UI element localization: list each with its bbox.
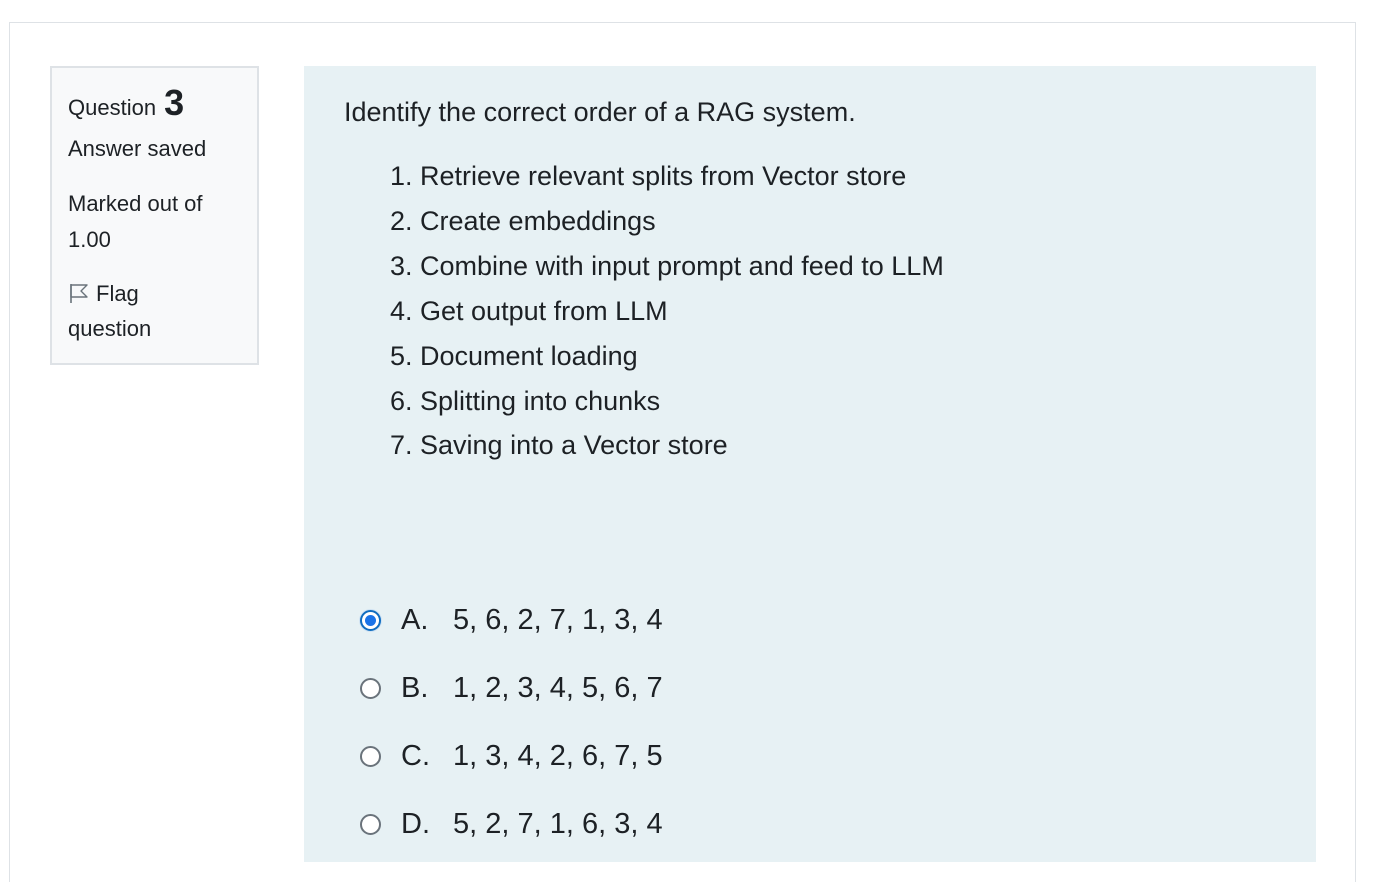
step-item: 4. Get output from LLM [390, 295, 668, 326]
answer-option-b[interactable]: B. 1, 2, 3, 4, 5, 6, 7 [358, 654, 663, 722]
answer-text-c: 1, 3, 4, 2, 6, 7, 5 [453, 739, 663, 772]
grade-value: 1.00 [68, 227, 111, 252]
question-number: 3 [164, 82, 185, 123]
flag-label-line2: question [68, 316, 152, 341]
answer-option-a[interactable]: A. 5, 6, 2, 7, 1, 3, 4 [358, 586, 663, 654]
radio-button-a[interactable] [360, 609, 381, 631]
step-item: 6. Splitting into chunks [390, 385, 661, 416]
question-text: Identify the correct order of a RAG syst… [344, 97, 856, 127]
answer-letter-a: A. [401, 603, 429, 636]
answer-option-c[interactable]: C. 1, 3, 4, 2, 6, 7, 5 [358, 722, 663, 790]
radio-button-d[interactable] [360, 813, 381, 835]
question-info-panel: Question 3 Answer saved Marked out of 1.… [50, 66, 259, 365]
radio-button-c[interactable] [360, 745, 381, 767]
step-item: 5. Document loading [390, 340, 638, 371]
step-item: 7. Saving into a Vector store [390, 430, 728, 461]
flag-question-button[interactable]: Flag question [68, 276, 242, 346]
grade-info: Marked out of 1.00 [68, 186, 242, 258]
step-item: 2. Create embeddings [390, 205, 656, 236]
question-number-heading: Question 3 [68, 82, 242, 123]
step-item: 1. Retrieve relevant splits from Vector … [390, 161, 907, 191]
answer-state: Answer saved [68, 136, 207, 161]
step-list: 1. Retrieve relevant splits from Vector … [390, 154, 944, 468]
question-content-panel: Identify the correct order of a RAG syst… [304, 66, 1316, 862]
answer-letter-d: D. [401, 807, 430, 840]
answer-options: A. 5, 6, 2, 7, 1, 3, 4 B. 1, 2, 3, 4, 5,… [358, 586, 663, 858]
radio-button-b[interactable] [360, 677, 381, 699]
answer-text-d: 5, 2, 7, 1, 6, 3, 4 [453, 807, 663, 840]
answer-option-d[interactable]: D. 5, 2, 7, 1, 6, 3, 4 [358, 790, 663, 858]
answer-letter-c: C. [401, 739, 430, 772]
flag-label-line1: Flag [96, 281, 139, 306]
answer-text-b: 1, 2, 3, 4, 5, 6, 7 [453, 671, 663, 704]
question-label: Question [68, 95, 157, 120]
answer-letter-b: B. [401, 671, 429, 704]
flag-outline-icon [68, 279, 90, 303]
answer-text-a: 5, 6, 2, 7, 1, 3, 4 [453, 603, 663, 636]
grade-label: Marked out of [68, 191, 203, 216]
step-item: 3. Combine with input prompt and feed to… [390, 250, 944, 281]
